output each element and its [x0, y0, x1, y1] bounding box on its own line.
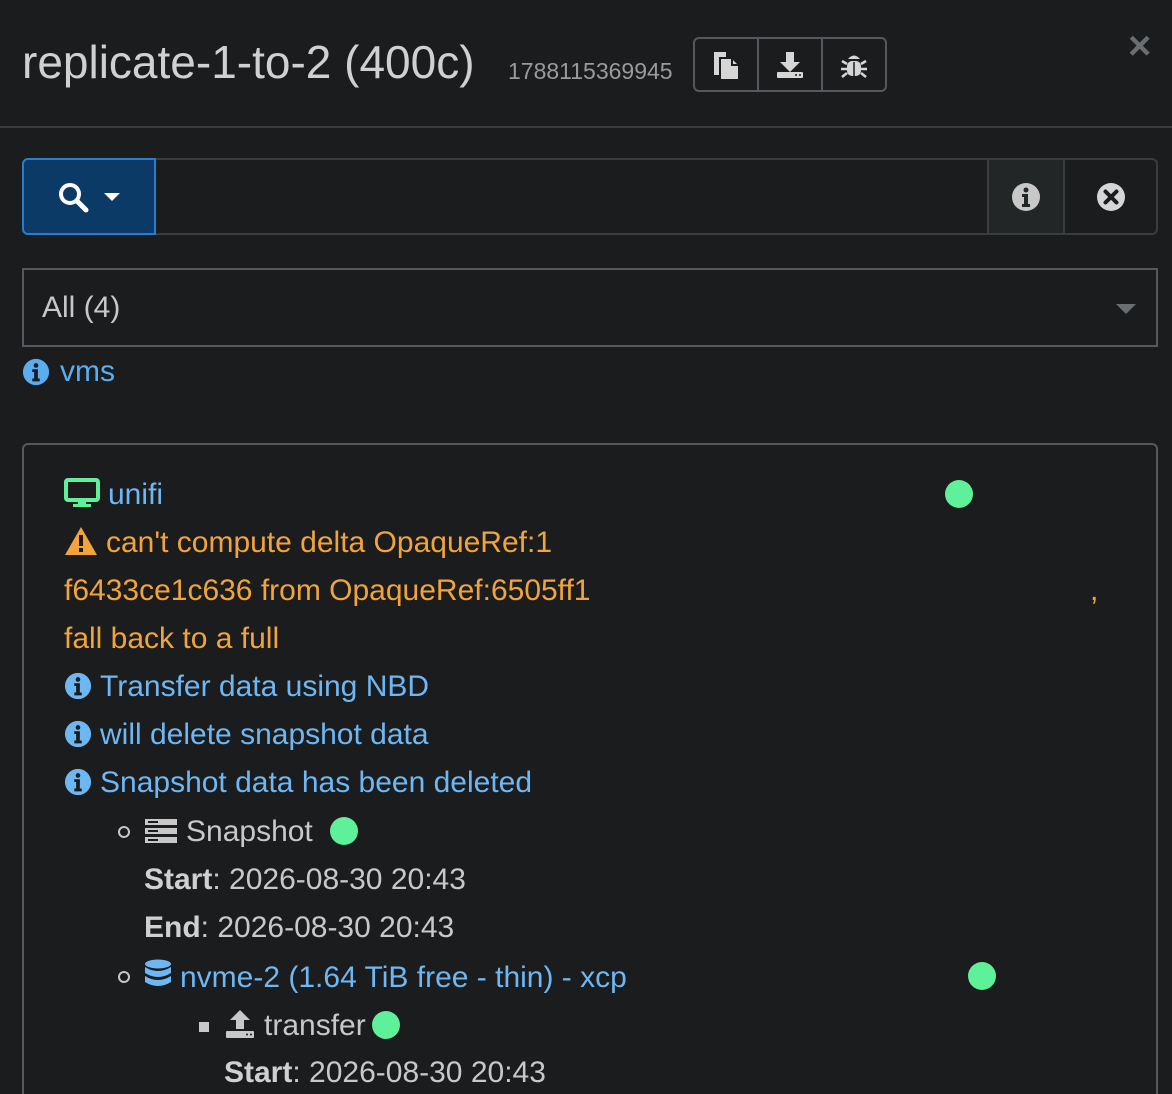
info-circle-icon: [64, 720, 92, 748]
task-log-panel: unifi can't compute delta OpaqueRef:1 f6…: [22, 443, 1158, 1094]
vm-status-success-indicator: [945, 480, 973, 508]
transfer-status-success-indicator: [372, 1011, 400, 1039]
job-id: 1788115369945: [508, 58, 673, 84]
sr-subtask[interactable]: nvme-2 (1.64 TiB free - thin) - xcp: [144, 959, 627, 996]
vm-name: unifi: [108, 478, 164, 511]
filter-selected-value: All (4): [42, 291, 121, 324]
log-search-bar: [22, 158, 1158, 235]
snapshot-label: Snapshot: [186, 815, 313, 848]
server-stack-icon: [144, 817, 178, 845]
info-message: will delete snapshot data: [64, 717, 429, 753]
vms-label: vms: [60, 355, 115, 388]
warning-icon: [64, 526, 98, 556]
upload-icon: [224, 1009, 256, 1039]
list-bullet: [118, 971, 130, 983]
bug-icon: [841, 55, 867, 78]
copy-icon: [714, 51, 738, 79]
chevron-down-icon: [1116, 304, 1136, 314]
snapshot-status-success-indicator: [330, 817, 358, 845]
info-message: Transfer data using NBD: [64, 669, 429, 705]
download-icon: [777, 51, 803, 78]
vm-task-header[interactable]: unifi: [64, 477, 163, 513]
search-options-dropdown-button[interactable]: [22, 158, 156, 235]
report-bug-button[interactable]: [823, 39, 885, 90]
log-action-buttons: [693, 37, 887, 92]
info-circle-icon: [1012, 182, 1040, 211]
info-circle-icon: [64, 768, 92, 796]
download-log-button[interactable]: [759, 39, 823, 90]
search-help-button[interactable]: [987, 160, 1063, 233]
snapshot-subtask[interactable]: Snapshot: [144, 814, 313, 850]
monitor-icon: [64, 478, 100, 508]
clear-search-button[interactable]: [1063, 160, 1156, 233]
vms-info-link[interactable]: vms: [22, 354, 115, 390]
snapshot-start-time: Start: 2026-08-30 20:43: [144, 863, 466, 896]
warning-message-line2: f6433ce1c636 from OpaqueRef:6505ff1: [64, 574, 591, 607]
warning-message-line3: fall back to a full: [64, 622, 280, 655]
snapshot-end-time: End: 2026-08-30 20:43: [144, 911, 455, 944]
transfer-label: transfer: [264, 1009, 366, 1042]
info-circle-icon: [22, 358, 50, 386]
job-title: replicate-1-to-2 (400c): [22, 36, 475, 88]
redaction-mask: [655, 959, 955, 999]
database-icon: [144, 959, 172, 991]
warning-comma: ,: [1090, 574, 1099, 607]
transfer-subtask[interactable]: transfer: [224, 1008, 366, 1044]
modal-header: replicate-1-to-2 (400c) 1788115369945 ×: [0, 0, 1172, 128]
close-circle-icon: [1096, 182, 1125, 211]
warning-message-line1: can't compute delta OpaqueRef:1: [64, 525, 552, 561]
sr-label: nvme-2 (1.64 TiB free - thin) - xcp: [180, 961, 627, 994]
info-circle-icon: [64, 672, 92, 700]
sr-status-success-indicator: [968, 962, 996, 990]
redaction-mask: [580, 525, 1100, 565]
close-modal-button[interactable]: ×: [1128, 26, 1151, 66]
copy-log-button[interactable]: [695, 39, 759, 90]
list-bullet: [199, 1022, 209, 1032]
caret-down-icon: [104, 192, 120, 201]
redaction-mask: [628, 573, 1088, 613]
transfer-start-time: Start: 2026-08-30 20:43: [224, 1056, 546, 1089]
log-search-input[interactable]: [156, 160, 987, 233]
search-icon: [59, 182, 89, 212]
list-bullet: [118, 826, 130, 838]
info-message: Snapshot data has been deleted: [64, 765, 532, 801]
status-filter-select[interactable]: All (4): [22, 268, 1158, 347]
